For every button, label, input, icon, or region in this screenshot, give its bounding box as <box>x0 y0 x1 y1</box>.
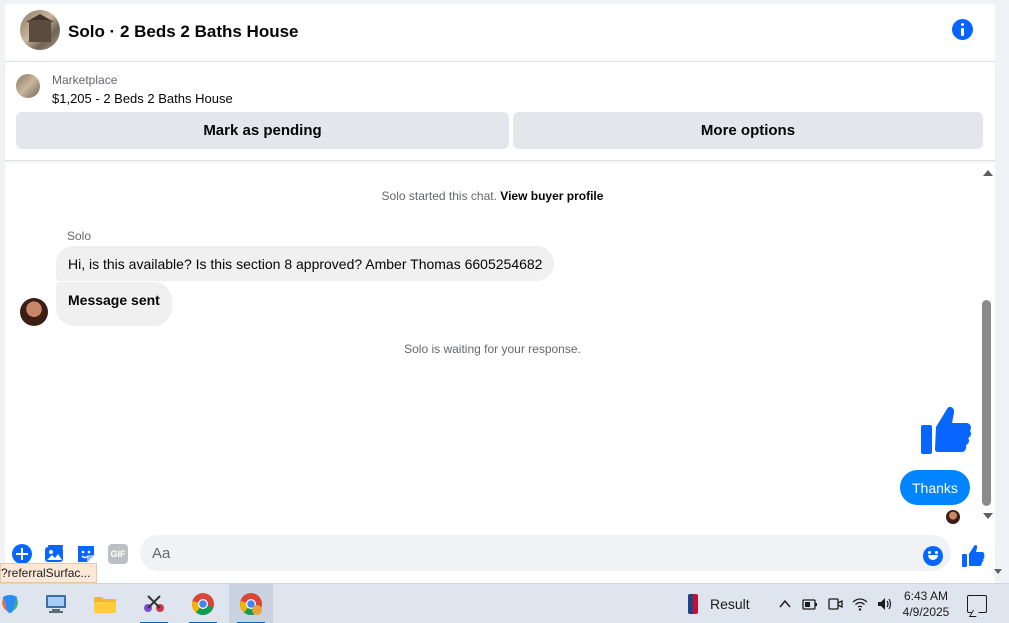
clock-time: 6:43 AM <box>903 589 949 603</box>
gif-icon[interactable]: GIF <box>108 544 128 564</box>
listing-thumbnail[interactable] <box>16 74 40 98</box>
message-list[interactable]: Solo started this chat. View buyer profi… <box>5 162 995 527</box>
photo-icon[interactable] <box>44 544 64 564</box>
incoming-message[interactable]: Hi, is this available? Is this section 8… <box>56 246 555 281</box>
waiting-notice: Solo is waiting for your response. <box>404 342 581 356</box>
chat-header: Solo · 2 Beds 2 Baths House <box>5 4 995 62</box>
listing-title[interactable]: $1,205 - 2 Beds 2 Baths House <box>52 91 233 106</box>
marketplace-listing-bar: Marketplace $1,205 - 2 Beds 2 Baths Hous… <box>5 62 995 161</box>
system-tray <box>777 596 893 612</box>
page-scroll-down-arrow-icon[interactable] <box>994 569 1002 574</box>
chat-window: Solo · 2 Beds 2 Baths House Marketplace … <box>5 4 995 583</box>
message-scrollbar[interactable] <box>979 162 995 527</box>
listing-avatar[interactable] <box>20 10 60 50</box>
outgoing-message[interactable]: Thanks <box>900 470 970 505</box>
mark-as-pending-button[interactable]: Mark as pending <box>16 112 509 149</box>
view-buyer-profile-link[interactable]: View buyer profile <box>500 189 603 203</box>
read-receipt-avatar <box>946 510 960 524</box>
chat-title[interactable]: Solo · 2 Beds 2 Baths House <box>68 22 299 42</box>
news-widget[interactable]: Result <box>688 594 750 614</box>
widget-label: Result <box>710 596 750 612</box>
sender-avatar[interactable] <box>20 298 48 326</box>
chrome-profile-app-icon[interactable] <box>229 584 273 623</box>
wifi-icon[interactable] <box>852 596 868 612</box>
plus-icon[interactable] <box>12 544 32 564</box>
snipping-tool-app-icon[interactable] <box>132 584 176 623</box>
screen: Solo · 2 Beds 2 Baths House Marketplace … <box>0 0 1009 623</box>
clock-date: 4/9/2025 <box>902 605 950 619</box>
link-status-tooltip: ?referralSurfac... <box>0 563 98 583</box>
meet-now-icon[interactable] <box>827 596 843 612</box>
more-options-button[interactable]: More options <box>513 112 983 149</box>
volume-icon[interactable] <box>877 596 893 612</box>
copilot-app-icon[interactable] <box>0 584 32 623</box>
chrome-app-icon[interactable] <box>181 584 225 623</box>
windows-taskbar: Result 6:43 AM 4/9/2025 <box>0 583 1009 623</box>
incoming-message[interactable]: Message sent <box>56 282 172 326</box>
sticker-icon[interactable] <box>76 544 96 564</box>
message-input[interactable] <box>140 535 951 571</box>
chevron-up-icon[interactable] <box>777 596 793 612</box>
nba-logo-icon <box>688 594 698 614</box>
info-icon[interactable] <box>952 19 973 40</box>
scroll-up-arrow-icon[interactable] <box>983 170 993 176</box>
marketplace-label: Marketplace <box>52 73 118 87</box>
thumbs-up-icon[interactable] <box>961 544 985 568</box>
thumbs-up-sticker-icon[interactable] <box>920 405 972 455</box>
battery-icon[interactable] <box>802 596 818 612</box>
system-clock[interactable]: 6:43 AM 4/9/2025 <box>896 588 956 620</box>
remote-desktop-app-icon[interactable] <box>34 584 78 623</box>
scroll-down-arrow-icon[interactable] <box>983 513 993 519</box>
scrollbar-thumb[interactable] <box>982 300 991 506</box>
emoji-icon[interactable] <box>923 546 943 566</box>
message-composer: GIF <box>5 527 995 583</box>
chat-started-text: Solo started this chat. <box>381 189 497 203</box>
chat-started-notice: Solo started this chat. View buyer profi… <box>5 189 980 203</box>
notification-center-icon[interactable] <box>967 595 987 613</box>
sender-name: Solo <box>67 229 92 243</box>
file-explorer-app-icon[interactable] <box>83 584 127 623</box>
